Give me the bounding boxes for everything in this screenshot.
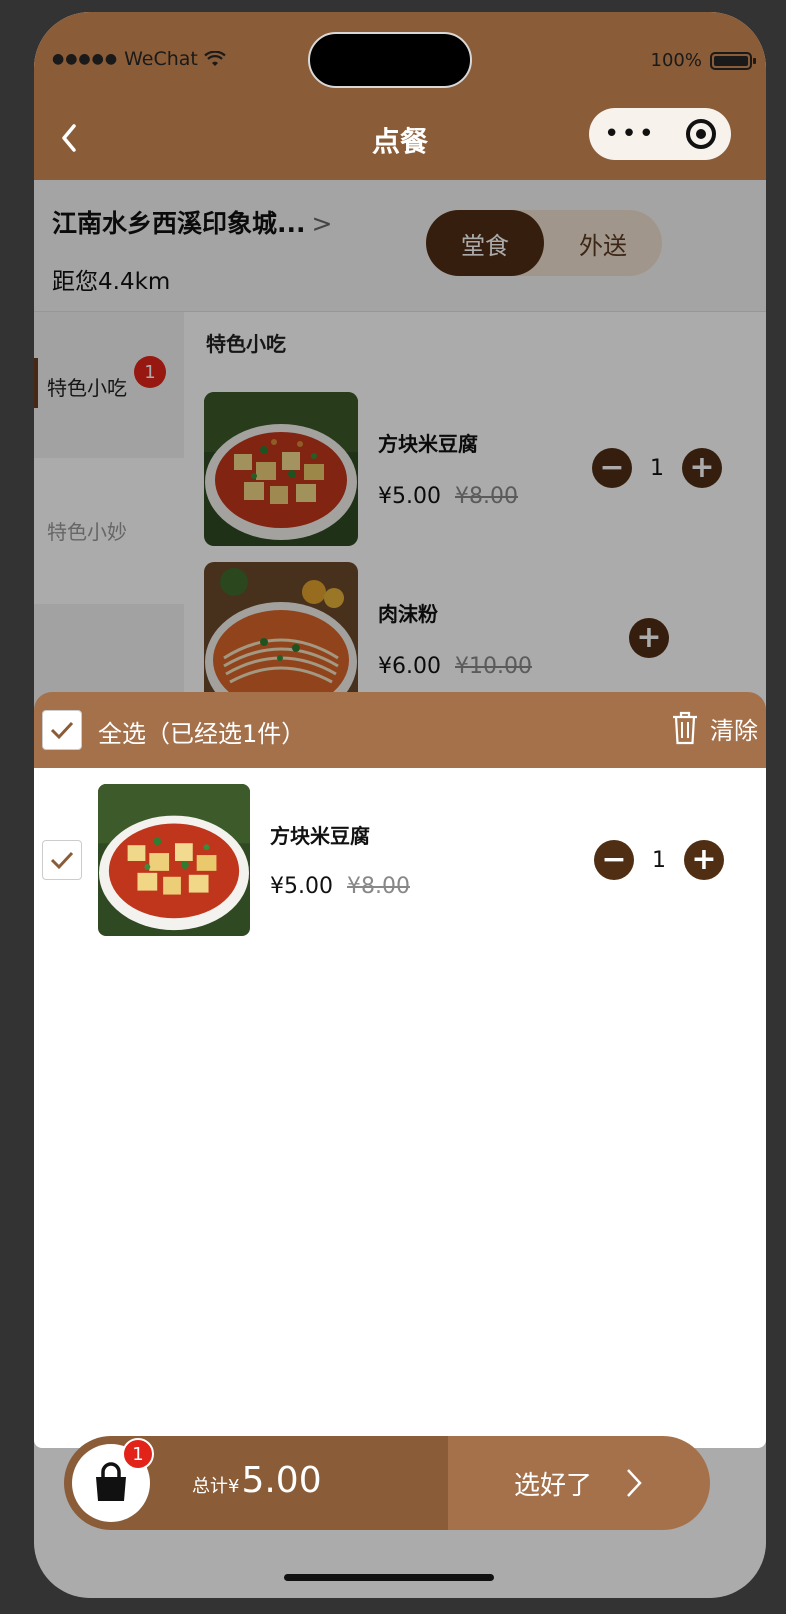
quantity-value: 1	[652, 847, 666, 873]
chevron-right-icon	[627, 1469, 642, 1497]
checkout-button[interactable]: 选好了	[448, 1436, 710, 1530]
total-label: 总计¥	[192, 1476, 240, 1497]
clear-cart-button[interactable]: 清除	[670, 710, 758, 746]
increase-button[interactable]: +	[684, 840, 724, 880]
cart-sheet-header: 全选（已经选1件） 清除	[34, 692, 766, 768]
more-button[interactable]: •••	[604, 121, 656, 147]
status-right: 100%	[650, 50, 756, 71]
quantity-stepper: − 1 +	[594, 840, 724, 880]
battery-icon	[710, 51, 756, 70]
checkout-label: 选好了	[513, 1470, 592, 1501]
phone-screen: ●●●●● WeChat 100% 点餐 ••• 江南水乡西溪印象城... > 距…	[34, 12, 766, 1598]
wifi-icon	[204, 51, 226, 67]
check-icon	[50, 721, 74, 740]
original-price: ¥8.00	[346, 874, 410, 899]
cart-total: 总计¥ 5.00	[192, 1460, 322, 1501]
select-all-checkbox[interactable]	[42, 710, 82, 750]
cart-item-price: ¥5.00 ¥8.00	[270, 874, 410, 899]
trash-icon	[673, 711, 697, 745]
home-indicator[interactable]	[284, 1574, 494, 1581]
miniprogram-capsule: •••	[589, 108, 731, 160]
close-miniprogram-button[interactable]	[685, 119, 716, 149]
decrease-button[interactable]: −	[594, 840, 634, 880]
status-left: ●●●●● WeChat	[52, 48, 226, 70]
checkout-bar: 1 总计¥ 5.00 选好了	[64, 1436, 710, 1530]
clear-label: 清除	[710, 716, 758, 745]
current-price: ¥5.00	[270, 874, 333, 899]
cart-item-name: 方块米豆腐	[270, 824, 370, 848]
select-all-label: 全选（已经选1件）	[98, 720, 306, 748]
cart-summary[interactable]: 1 总计¥ 5.00	[64, 1436, 448, 1530]
shopping-bag-icon	[96, 1462, 126, 1501]
item-checkbox[interactable]	[42, 840, 82, 880]
signal-icon: ●●●●●	[52, 51, 119, 67]
check-icon	[50, 851, 74, 870]
top-bar: ●●●●● WeChat 100% 点餐 •••	[34, 12, 766, 180]
carrier-name: WeChat	[124, 48, 198, 70]
total-amount: 5.00	[241, 1460, 322, 1501]
cart-item-image	[98, 784, 250, 936]
dynamic-island	[308, 32, 472, 88]
cart-sheet-body: 方块米豆腐 ¥5.00 ¥8.00 − 1 +	[34, 768, 766, 1448]
cart-count-badge: 1	[122, 1438, 154, 1470]
battery-percent: 100%	[650, 50, 702, 71]
